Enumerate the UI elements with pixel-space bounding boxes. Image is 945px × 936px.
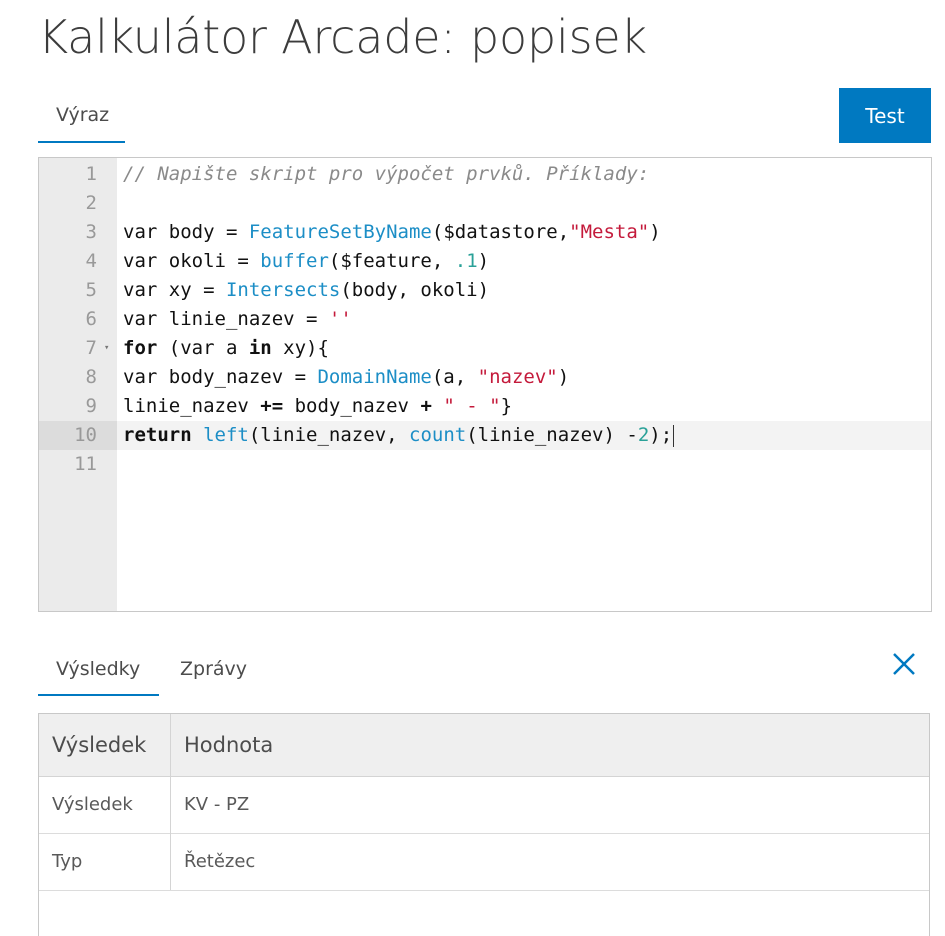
line-number: 2: [85, 192, 97, 214]
code-line[interactable]: 5 var xy = Intersects(body, okoli): [39, 276, 931, 305]
code-token: FeatureSetByName: [248, 221, 432, 243]
code-token: buffer: [260, 250, 329, 272]
line-number: 11: [74, 453, 97, 475]
code-token: var linie_nazev =: [123, 308, 329, 330]
table-cell: Řetězec: [184, 851, 256, 872]
code-token: var body =: [123, 221, 249, 243]
code-line[interactable]: 9 linie_nazev += body_nazev + " - "}: [39, 392, 931, 421]
code-line[interactable]: 2: [39, 189, 931, 218]
code-token: (linie_nazev) -: [466, 424, 638, 446]
tab-results-underline: [38, 694, 159, 696]
test-button[interactable]: Test: [839, 88, 931, 143]
code-text: return left(linie_nazev, count(linie_naz…: [123, 421, 675, 450]
code-editor[interactable]: 1 // Napište skript pro výpočet prvků. Př…: [38, 157, 932, 612]
table-row: Typ Řetězec: [39, 833, 929, 891]
code-token: // Napište skript pro výpočet prvků. Pří…: [123, 163, 650, 185]
code-token: linie_nazev: [123, 395, 261, 417]
table-cell: KV - PZ: [184, 794, 250, 815]
code-token: +: [420, 395, 432, 417]
code-token: (a,: [431, 366, 478, 388]
code-line[interactable]: 4 var okoli = buffer($feature, .1): [39, 247, 931, 276]
line-number: 6: [85, 308, 97, 330]
tab-expression-underline: [38, 141, 125, 143]
fold-arrow-icon[interactable]: ▾: [104, 334, 109, 363]
code-token: "nazev": [477, 366, 558, 388]
tab-messages-label: Zprávy: [180, 658, 248, 680]
code-token: }: [500, 395, 513, 417]
code-token: in: [248, 337, 272, 359]
results-table: Výsledek Hodnota Výsledek KV - PZ Typ Ře…: [38, 713, 930, 936]
code-token: body_nazev: [283, 395, 421, 417]
code-line[interactable]: 8 var body_nazev = DomainName(a, "nazev"): [39, 363, 931, 392]
line-number: 8: [85, 366, 97, 388]
code-text: for (var a in xy){: [123, 334, 329, 363]
code-token: (body, okoli): [340, 279, 490, 301]
line-number: 4: [85, 250, 97, 272]
table-row: Výsledek KV - PZ: [39, 776, 929, 834]
text-cursor: [673, 424, 675, 447]
code-token: count: [409, 424, 467, 446]
code-lines: 1 // Napište skript pro výpočet prvků. Př…: [39, 160, 931, 479]
tab-results-label: Výsledky: [56, 658, 141, 680]
code-token: var okoli =: [123, 250, 261, 272]
code-text: linie_nazev += body_nazev + " - "}: [123, 392, 512, 421]
table-cell: Typ: [39, 833, 171, 890]
code-line[interactable]: 1 // Napište skript pro výpočet prvků. Př…: [39, 160, 931, 189]
code-token: ($datastore,: [431, 221, 570, 243]
line-number: 1: [85, 163, 97, 185]
tab-expression-label: Výraz: [56, 104, 110, 126]
code-line[interactable]: 3 var body = FeatureSetByName($datastore,…: [39, 218, 931, 247]
code-token: return: [123, 424, 192, 446]
code-token: ($feature,: [328, 250, 455, 272]
code-text: var body_nazev = DomainName(a, "nazev"): [123, 363, 569, 392]
code-text: var body = FeatureSetByName($datastore,"…: [123, 218, 661, 247]
code-token: +=: [260, 395, 284, 417]
code-token: " - ": [443, 395, 501, 417]
code-token: ): [557, 366, 570, 388]
code-token: (var a: [157, 337, 249, 359]
line-number: 3: [85, 221, 97, 243]
code-token: 2: [637, 424, 650, 446]
code-token: (linie_nazev,: [248, 424, 410, 446]
code-line[interactable]: 6 var linie_nazev = '': [39, 305, 931, 334]
code-token: for: [123, 337, 158, 359]
tab-results[interactable]: Výsledky: [56, 658, 140, 680]
code-text: var okoli = buffer($feature, .1): [123, 247, 489, 276]
code-token: '': [328, 308, 352, 330]
line-number: 10: [39, 421, 117, 450]
tab-expression[interactable]: Výraz: [56, 104, 109, 126]
line-number: 9: [85, 395, 97, 417]
code-token: DomainName: [317, 366, 432, 388]
table-header-row: Výsledek Hodnota: [39, 714, 929, 777]
code-token: );: [649, 424, 673, 446]
header-cell-value: Hodnota: [184, 733, 274, 757]
tab-messages[interactable]: Zprávy: [180, 658, 247, 680]
header-cell-result: Výsledek: [39, 714, 171, 776]
code-text: // Napište skript pro výpočet prvků. Pří…: [123, 160, 649, 189]
code-line[interactable]: 10 return left(linie_nazev, count(linie_n…: [39, 421, 931, 450]
code-text: var xy = Intersects(body, okoli): [123, 276, 489, 305]
table-cell: Výsledek: [39, 776, 171, 833]
code-token: "Mesta": [569, 221, 650, 243]
close-icon[interactable]: [890, 650, 918, 678]
code-token: var xy =: [123, 279, 226, 301]
code-line[interactable]: 7 ▾ for (var a in xy){: [39, 334, 931, 363]
code-token: .1: [454, 250, 478, 272]
code-token: var body_nazev =: [123, 366, 318, 388]
code-token: xy){: [271, 337, 329, 359]
code-token: Intersects: [225, 279, 341, 301]
code-token: ): [477, 250, 490, 272]
code-token: ): [649, 221, 661, 243]
code-line[interactable]: 11: [39, 450, 931, 479]
line-number: 5: [85, 279, 97, 301]
code-token: left: [203, 424, 249, 446]
page-title: Kalkulátor Arcade: popisek: [38, 10, 647, 64]
code-text: var linie_nazev = '': [123, 305, 352, 334]
